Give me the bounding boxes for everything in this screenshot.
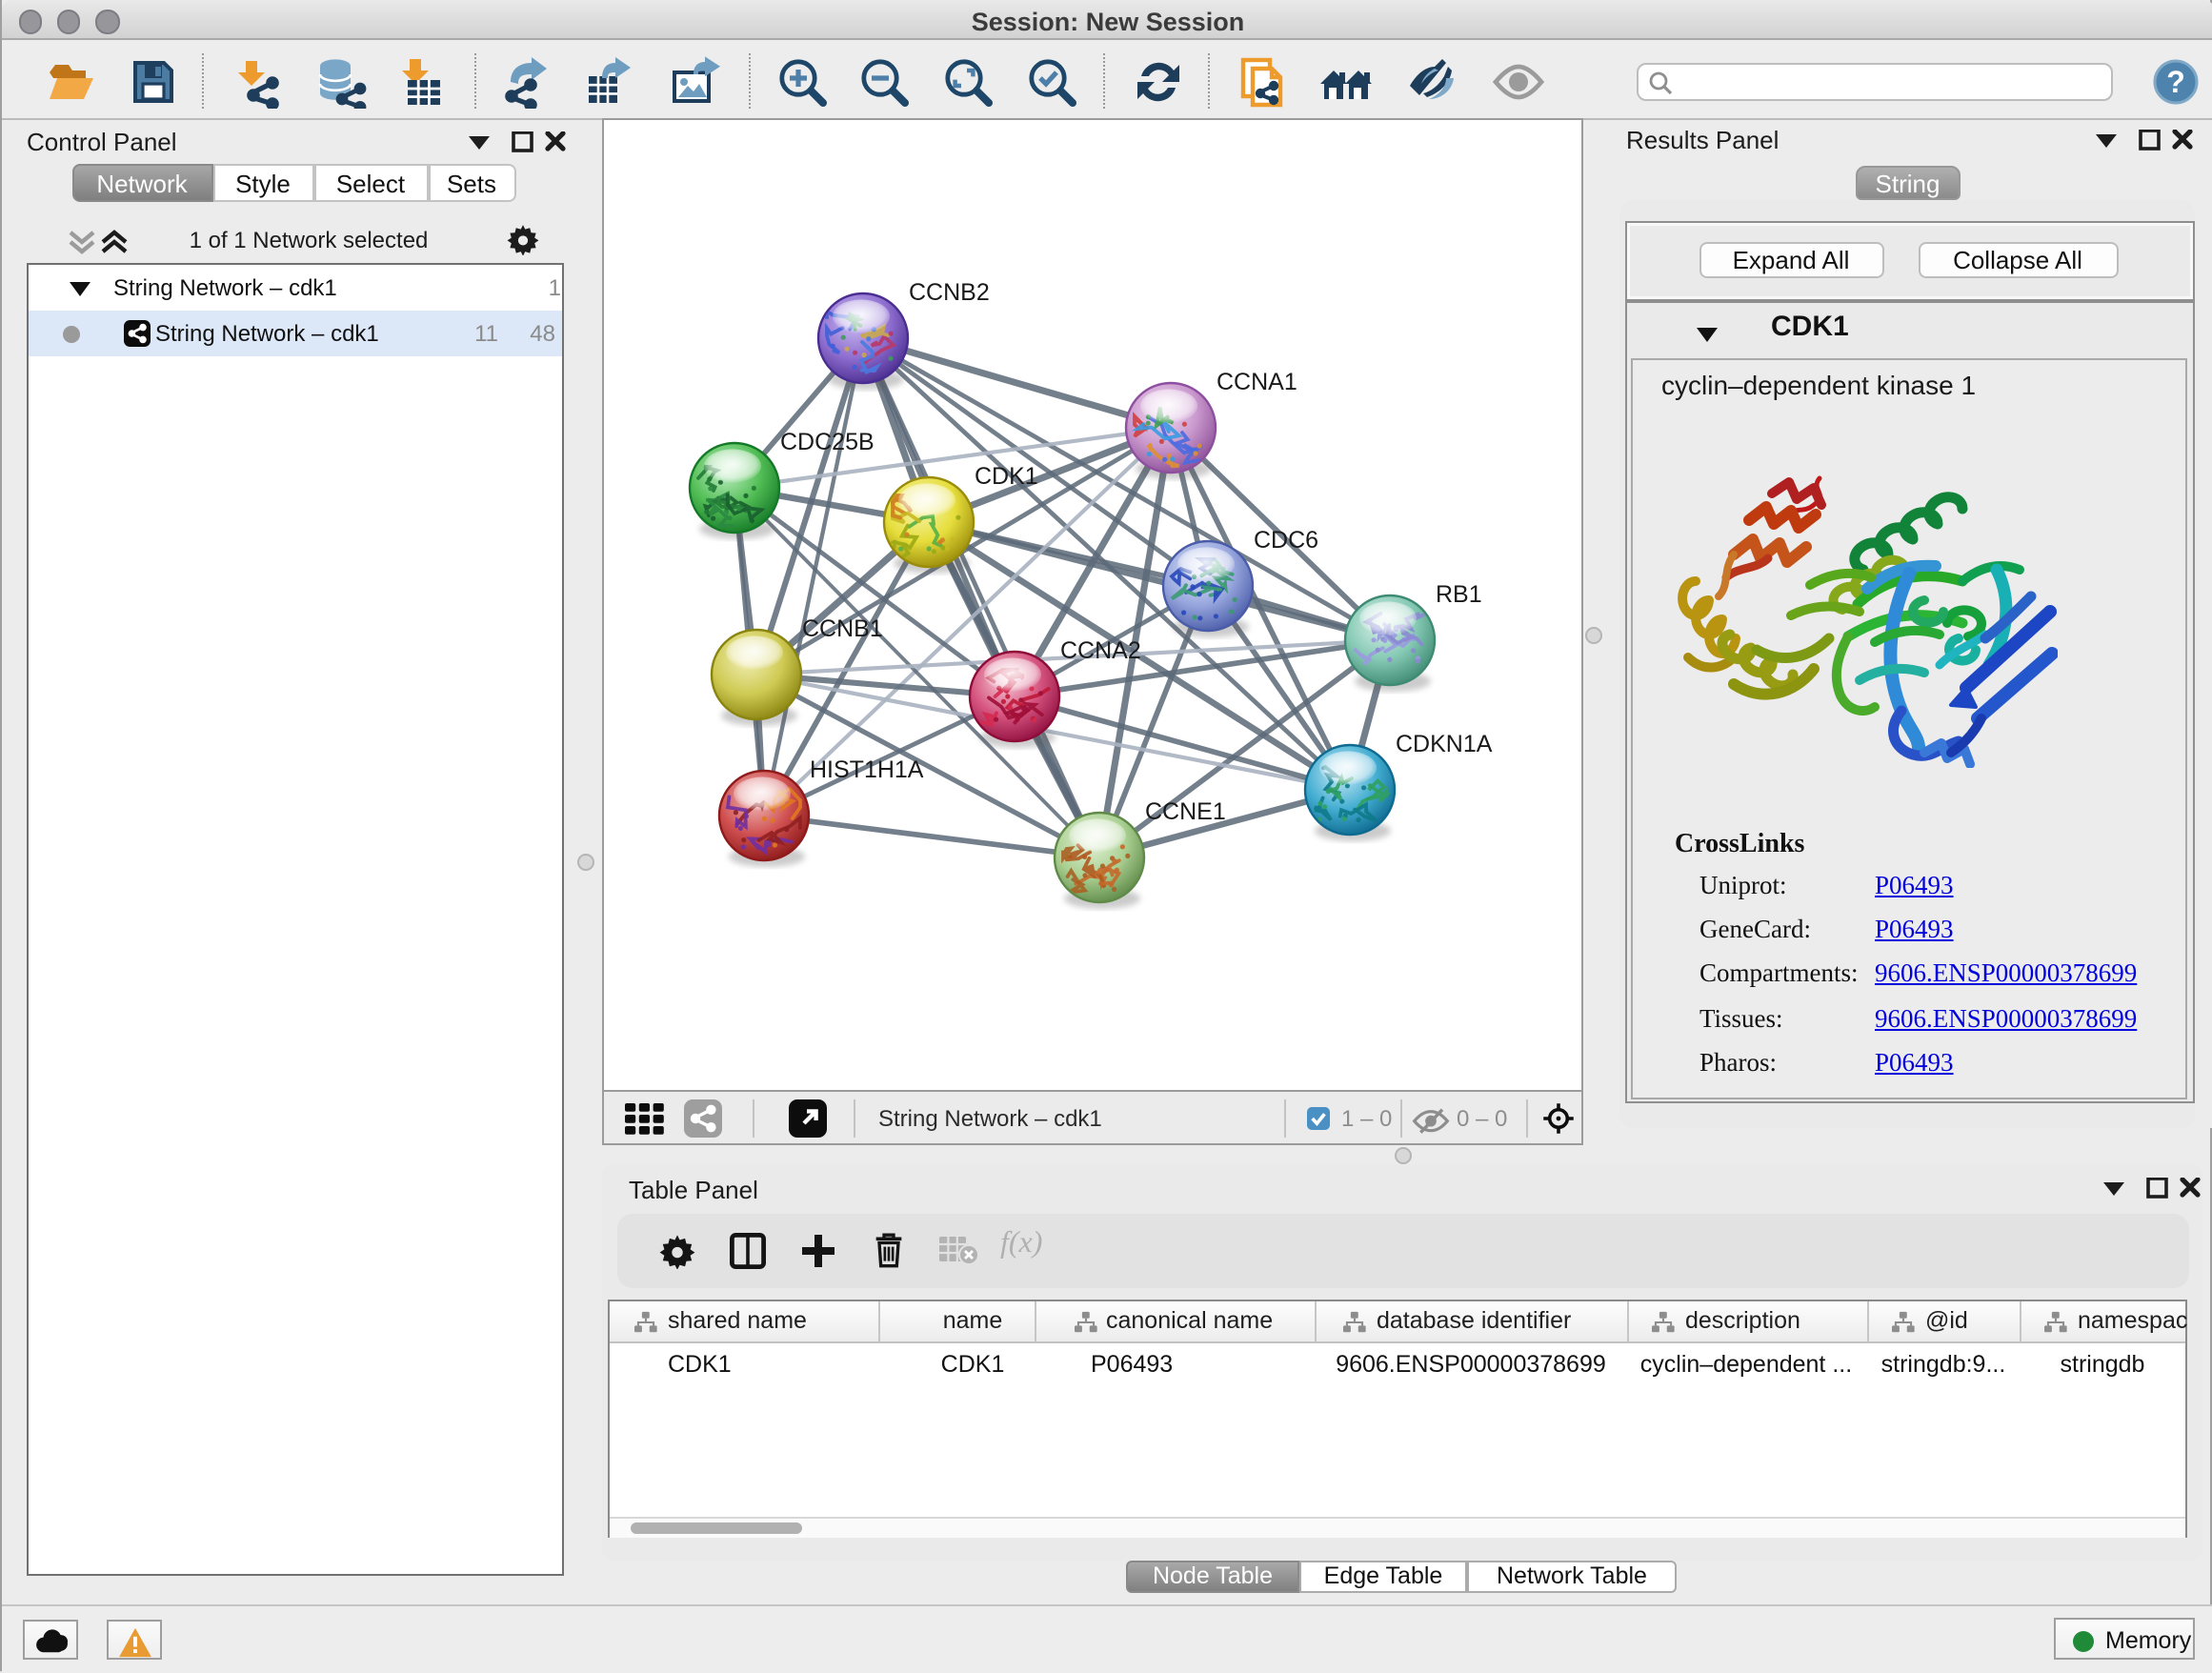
- svg-text:CCNB2: CCNB2: [909, 279, 990, 306]
- svg-text:CDK1: CDK1: [975, 463, 1038, 490]
- svg-text:CCNA1: CCNA1: [1217, 369, 1297, 395]
- svg-text:CCNA2: CCNA2: [1060, 637, 1141, 664]
- svg-text:CCNB1: CCNB1: [802, 615, 883, 642]
- svg-text:CDKN1A: CDKN1A: [1396, 731, 1493, 757]
- svg-text:CCNE1: CCNE1: [1145, 798, 1226, 825]
- svg-text:RB1: RB1: [1436, 581, 1482, 608]
- svg-text:HIST1H1A: HIST1H1A: [810, 756, 924, 783]
- svg-text:CDC25B: CDC25B: [780, 429, 875, 455]
- svg-text:?: ?: [2166, 65, 2185, 99]
- svg-text:CDC6: CDC6: [1254, 527, 1318, 554]
